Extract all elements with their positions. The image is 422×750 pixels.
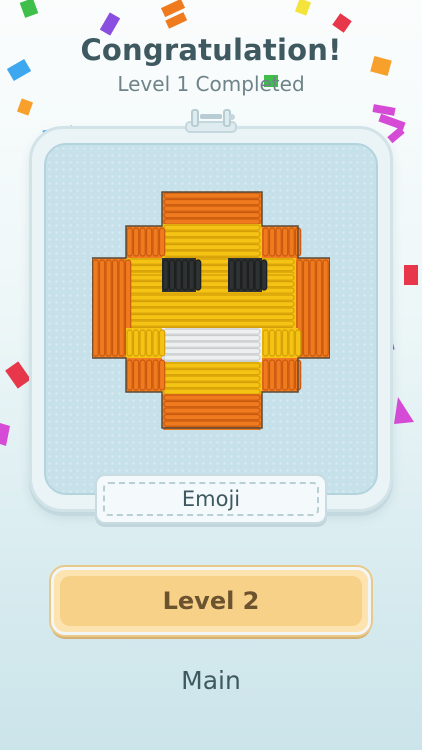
stitch-thread [188,259,195,291]
stitch-thread [163,354,261,361]
stitch-thread [315,259,323,357]
stitch-thread [268,227,276,257]
stitch-thread [163,211,261,219]
stitch-thread [181,259,189,291]
stitch-thread [163,394,261,401]
stitch-thread [127,307,295,314]
stitch-thread [163,237,261,244]
stitch-thread [254,259,261,291]
stitch-thread [163,230,261,238]
stitch-thread [162,259,169,291]
stitch-thread [168,259,176,291]
stitch-thread [163,224,261,231]
main-menu-button[interactable]: Main [120,658,302,702]
stitch-thread [132,359,140,391]
stitch-thread [163,192,261,199]
emoji-stitch-artwork [92,191,330,430]
stitch-thread [145,329,153,357]
stitch-thread [152,227,159,257]
stitch-thread [163,328,261,335]
stitch-thread [163,362,261,369]
stitch-thread [268,359,276,391]
stitch-thread [127,258,295,265]
stitch-thread [152,359,159,391]
stitch-thread [275,329,282,357]
stitch-thread [247,259,255,291]
stitch-thread [132,227,140,257]
stitch-thread [105,259,112,357]
stitch-thread [309,259,316,357]
next-level-button[interactable]: Level 2 [51,567,371,635]
stitch-thread [111,259,119,357]
stitch-thread [175,259,182,291]
artwork-name: Emoji [181,487,241,511]
stitch-thread [163,347,261,355]
stitch-thread [275,359,282,391]
stitch-thread [139,227,146,257]
stitch-thread [139,359,146,391]
stitch-thread [127,300,295,308]
stitch-thread [158,329,166,357]
stitch-thread [234,259,242,291]
stitch-thread [118,259,125,357]
stitch-thread [262,359,269,391]
stitch-thread [126,359,133,391]
stitch-thread [228,259,235,291]
stitch-thread [163,400,261,408]
stitch-thread [163,218,261,225]
stitch-thread [145,359,153,391]
stitch-thread [132,329,140,357]
stitch-thread [268,329,276,357]
stitch-thread [302,259,310,357]
stitch-thread [163,375,261,382]
stitch-thread [92,259,99,357]
stitch-thread [163,420,261,427]
stitch-thread [262,227,269,257]
stitch-thread [98,259,106,357]
next-level-button-label: Level 2 [162,587,260,615]
stitch-thread [127,274,295,281]
stitch-thread [322,259,329,357]
congratulation-title: Congratulation! [80,33,342,67]
stitch-thread [127,320,295,327]
stitch-thread [163,243,261,251]
stitch-thread [281,359,289,391]
stitch-thread [163,413,261,421]
stitch-thread [163,198,261,206]
stitch-thread [281,227,289,257]
stitch-thread [163,368,261,376]
stitch-thread [163,381,261,389]
stitch-thread [294,329,302,357]
stitch-thread [127,287,295,294]
stitch-thread [127,294,295,301]
hoop-clip-icon [185,109,237,133]
stitch-thread [158,227,166,257]
stitch-thread [163,341,261,348]
stitch-thread [194,259,202,291]
stitch-thread [152,329,159,357]
stitch-thread [163,388,261,395]
stitch-thread [281,329,289,357]
stitch-thread [127,313,295,321]
stitch-thread [288,359,295,391]
stitch-thread [241,259,248,291]
stitch-thread [288,227,295,257]
stitch-thread [163,334,261,342]
stitch-thread [163,205,261,212]
stitch-thread [288,329,295,357]
stitch-thread [275,227,282,257]
stitch-thread [262,329,269,357]
stitch-thread [126,227,133,257]
stitch-thread [163,250,261,257]
stitch-thread [127,264,295,272]
level-completed-subtitle: Level 1 Completed [117,72,305,96]
stitch-thread [163,407,261,414]
stitch-thread [139,329,146,357]
stitch-thread [127,280,295,288]
stitch-thread [158,359,166,391]
artwork-name-plate: Emoji [95,474,327,524]
stitch-thread [126,329,133,357]
stitch-thread [145,227,153,257]
stitch-thread [260,259,268,291]
